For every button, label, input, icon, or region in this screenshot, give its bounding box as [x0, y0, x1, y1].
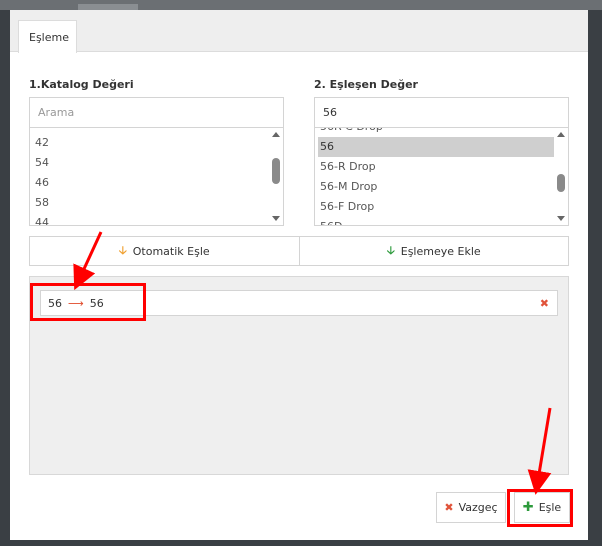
cancel-button[interactable]: ✖ Vazgeç — [436, 492, 506, 523]
action-bar: 🡣 Otomatik Eşle 🡣 Eşlemeye Ekle — [29, 236, 569, 266]
list-item[interactable]: 56-M Drop — [315, 177, 554, 197]
list-item[interactable]: 58 — [30, 193, 269, 213]
list-item-selected[interactable]: 56 — [318, 137, 554, 157]
list-item[interactable]: 42 — [30, 133, 269, 153]
close-icon[interactable]: ✖ — [540, 297, 549, 310]
scroll-up-icon[interactable] — [557, 132, 565, 137]
matched-search-input[interactable] — [314, 97, 569, 128]
catalog-list-scrollbar[interactable] — [269, 128, 283, 225]
matched-value-label: 2. Eşleşen Değer — [314, 78, 418, 91]
auto-match-button[interactable]: 🡣 Otomatik Eşle — [30, 237, 299, 265]
scroll-thumb[interactable] — [272, 158, 280, 184]
arrow-down-icon: 🡣 — [386, 243, 395, 257]
matched-list-scrollbar[interactable] — [554, 128, 568, 225]
catalog-value-list[interactable]: 42 54 46 58 44 — [29, 127, 284, 226]
list-item[interactable]: 56-R Drop — [315, 157, 554, 177]
list-item[interactable]: 56D — [315, 217, 554, 225]
catalog-search-input[interactable] — [29, 97, 284, 128]
add-to-mapping-label: Eşlemeye Ekle — [400, 244, 481, 258]
close-icon: ✖ — [444, 501, 454, 514]
auto-match-label: Otomatik Eşle — [132, 244, 210, 258]
scroll-up-icon[interactable] — [272, 132, 280, 137]
list-item[interactable]: 44 — [30, 213, 269, 225]
cancel-label: Vazgeç — [458, 501, 498, 514]
list-item[interactable]: 56R-C Drop — [315, 128, 554, 137]
catalog-value-label: 1.Katalog Değeri — [29, 78, 134, 91]
list-item[interactable]: 46 — [30, 173, 269, 193]
list-item[interactable]: 54 — [30, 153, 269, 173]
tab-esleme[interactable]: Eşleme — [18, 20, 77, 53]
scroll-thumb[interactable] — [557, 174, 565, 192]
arrow-down-icon: 🡣 — [118, 243, 127, 257]
scroll-down-icon[interactable] — [272, 216, 280, 221]
scroll-down-icon[interactable] — [557, 216, 565, 221]
add-to-mapping-button[interactable]: 🡣 Eşlemeye Ekle — [298, 237, 569, 265]
annotation-highlight-mapping — [30, 283, 146, 321]
matched-value-list[interactable]: 56R-C Drop 56 56-R Drop 56-M Drop 56-F D… — [314, 127, 569, 226]
list-item[interactable]: 56-F Drop — [315, 197, 554, 217]
mapping-dialog: Eşleme 1.Katalog Değeri 42 54 46 58 44 2… — [10, 10, 588, 540]
dialog-header: Eşleme — [10, 10, 588, 53]
annotation-highlight-confirm — [507, 489, 573, 527]
